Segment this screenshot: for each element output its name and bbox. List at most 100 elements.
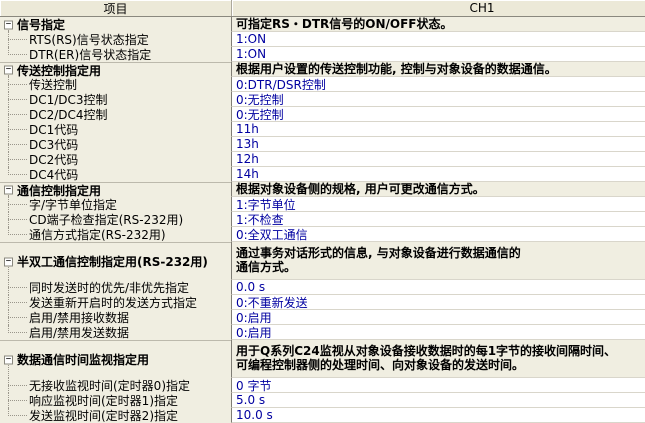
value-text: 0:全双工通信 (236, 227, 308, 242)
item-label: 无接收监视时间(定时器0)指定 (29, 378, 190, 393)
collapse-icon[interactable]: − (4, 66, 13, 75)
group-label: 半双工通信控制指定用(RS-232用) (17, 253, 208, 270)
header-item-column: 项目 (0, 0, 231, 16)
item-label: DC3代码 (29, 137, 78, 152)
collapse-icon[interactable]: − (4, 20, 13, 29)
group-row: −传送控制指定用根据用户设置的传送控制功能, 控制与对象设备的数据通信。 (0, 62, 645, 77)
group-label: 通信控制指定用 (17, 182, 101, 197)
item-label: DC4代码 (29, 167, 78, 182)
item-label: DC2/DC4控制 (29, 107, 108, 122)
item-label-cell: RTS(RS)信号状态指定 (0, 32, 231, 47)
header-channel-label: CH1 (469, 1, 494, 15)
value-cell[interactable]: 1:ON (231, 32, 645, 47)
value-text: 0:DTR/DSR控制 (236, 77, 326, 92)
group-label-cell: −通信控制指定用 (0, 182, 231, 197)
item-label: RTS(RS)信号状态指定 (29, 32, 149, 47)
item-row: 发送监视时间(定时器2)指定 10.0 s (0, 408, 645, 423)
header-item-label: 项目 (103, 0, 127, 17)
item-row: DC3代码 13h (0, 137, 645, 152)
item-label: 启用/禁用接收数据 (29, 310, 129, 325)
item-label: 发送重新开启时的发送方式指定 (29, 295, 197, 310)
item-label-cell: DC2代码 (0, 152, 231, 167)
item-row: DC1代码 11h (0, 122, 645, 137)
item-label-cell: 无接收监视时间(定时器0)指定 (0, 378, 231, 393)
group-description-cell: 通过事务对话形式的信息, 与对象设备进行数据通信的 通信方式。 (231, 242, 645, 280)
item-label: 字/字节单位指定 (29, 197, 117, 212)
group-row: −通信控制指定用根据对象设备侧的规格, 用户可更改通信方式。 (0, 182, 645, 197)
value-cell[interactable]: 0:不重新发送 (231, 295, 645, 310)
group-label: 信号指定 (17, 17, 65, 32)
value-text: 0:无控制 (236, 92, 284, 107)
item-label: 传送控制 (29, 77, 77, 92)
value-text: 0 字节 (236, 378, 271, 393)
group-description-cell: 根据用户设置的传送控制功能, 控制与对象设备的数据通信。 (231, 62, 645, 77)
item-label: 通信方式指定(RS-232用) (29, 227, 166, 242)
value-cell[interactable]: 0:DTR/DSR控制 (231, 77, 645, 92)
item-row: DTR(ER)信号状态指定 1:ON (0, 47, 645, 62)
parameter-table-rows: −信号指定可指定RS・DTR信号的ON/OFF状态。RTS(RS)信号状态指定1… (0, 17, 645, 423)
group-description-cell: 根据对象设备侧的规格, 用户可更改通信方式。 (231, 182, 645, 197)
value-cell[interactable]: 0 字节 (231, 378, 645, 393)
collapse-icon[interactable]: − (4, 186, 13, 195)
value-cell[interactable]: 5.0 s (231, 393, 645, 408)
item-label-cell: 同时发送时的优先/非优先指定 (0, 280, 231, 295)
collapse-icon[interactable]: − (4, 257, 13, 266)
item-label: DC1代码 (29, 122, 78, 137)
value-cell[interactable]: 1:字节单位 (231, 197, 645, 212)
item-label-cell: DC1代码 (0, 122, 231, 137)
value-cell[interactable]: 1:ON (231, 47, 645, 62)
group-description: 用于Q系列C24监视从对象设备接收数据时的每1字节的接收间隔时间、 可编程控制器… (236, 344, 616, 372)
value-text: 0:启用 (236, 310, 272, 325)
value-cell[interactable]: 0.0 s (231, 280, 645, 295)
value-cell[interactable]: 0:启用 (231, 310, 645, 325)
group-label: 传送控制指定用 (17, 62, 101, 77)
item-row: CD端子检查指定(RS-232用) 1:不检查 (0, 212, 645, 227)
item-label: DC2代码 (29, 152, 78, 167)
item-label: DTR(ER)信号状态指定 (29, 47, 151, 62)
item-label: CD端子检查指定(RS-232用) (29, 212, 183, 227)
value-cell[interactable]: 0:启用 (231, 325, 645, 340)
group-description: 通过事务对话形式的信息, 与对象设备进行数据通信的 通信方式。 (236, 246, 521, 274)
value-text: 1:ON (236, 47, 266, 61)
value-text: 13h (236, 137, 259, 151)
group-description: 可指定RS・DTR信号的ON/OFF状态。 (236, 17, 453, 31)
value-cell[interactable]: 13h (231, 137, 645, 152)
value-cell[interactable]: 10.0 s (231, 408, 645, 423)
value-cell[interactable]: 1:不检查 (231, 212, 645, 227)
header-channel-column: CH1 (231, 0, 645, 16)
value-cell[interactable]: 14h (231, 167, 645, 182)
value-cell[interactable]: 0:无控制 (231, 92, 645, 107)
item-row: 启用/禁用发送数据0:启用 (0, 325, 645, 340)
group-row: −半双工通信控制指定用(RS-232用) 通过事务对话形式的信息, 与对象设备进行… (0, 242, 645, 280)
group-label-cell: −传送控制指定用 (0, 62, 231, 77)
item-label: 同时发送时的优先/非优先指定 (29, 280, 189, 295)
group-description: 根据用户设置的传送控制功能, 控制与对象设备的数据通信。 (236, 62, 557, 76)
group-description-cell: 可指定RS・DTR信号的ON/OFF状态。 (231, 17, 645, 32)
item-row: 启用/禁用接收数据 0:启用 (0, 310, 645, 325)
item-label-cell: 字/字节单位指定 (0, 197, 231, 212)
item-row: DC2代码 12h (0, 152, 645, 167)
collapse-icon[interactable]: − (4, 355, 13, 364)
item-label: 发送监视时间(定时器2)指定 (29, 408, 178, 423)
value-text: 1:不检查 (236, 212, 284, 227)
group-label: 数据通信时间监视指定用 (17, 351, 149, 368)
value-text: 0:不重新发送 (236, 295, 308, 310)
item-label-cell: 响应监视时间(定时器1)指定 (0, 393, 231, 408)
item-row: DC4代码 14h (0, 167, 645, 182)
value-cell[interactable]: 0:无控制 (231, 107, 645, 122)
value-text: 1:字节单位 (236, 197, 296, 212)
item-label: DC1/DC3控制 (29, 92, 108, 107)
item-label-cell: 传送控制 (0, 77, 231, 92)
value-text: 1:ON (236, 32, 266, 46)
item-label-cell: DTR(ER)信号状态指定 (0, 47, 231, 62)
item-row: 字/字节单位指定 1:字节单位 (0, 197, 645, 212)
value-text: 14h (236, 167, 259, 181)
value-text: 0:启用 (236, 325, 272, 340)
value-text: 10.0 s (236, 408, 273, 422)
group-row: −数据通信时间监视指定用 用于Q系列C24监视从对象设备接收数据时的每1字节的接收… (0, 340, 645, 378)
value-cell[interactable]: 11h (231, 122, 645, 137)
value-cell[interactable]: 12h (231, 152, 645, 167)
value-cell[interactable]: 0:全双工通信 (231, 227, 645, 242)
group-label-cell: −信号指定 (0, 17, 231, 32)
item-row: DC1/DC3控制 0:无控制 (0, 92, 645, 107)
